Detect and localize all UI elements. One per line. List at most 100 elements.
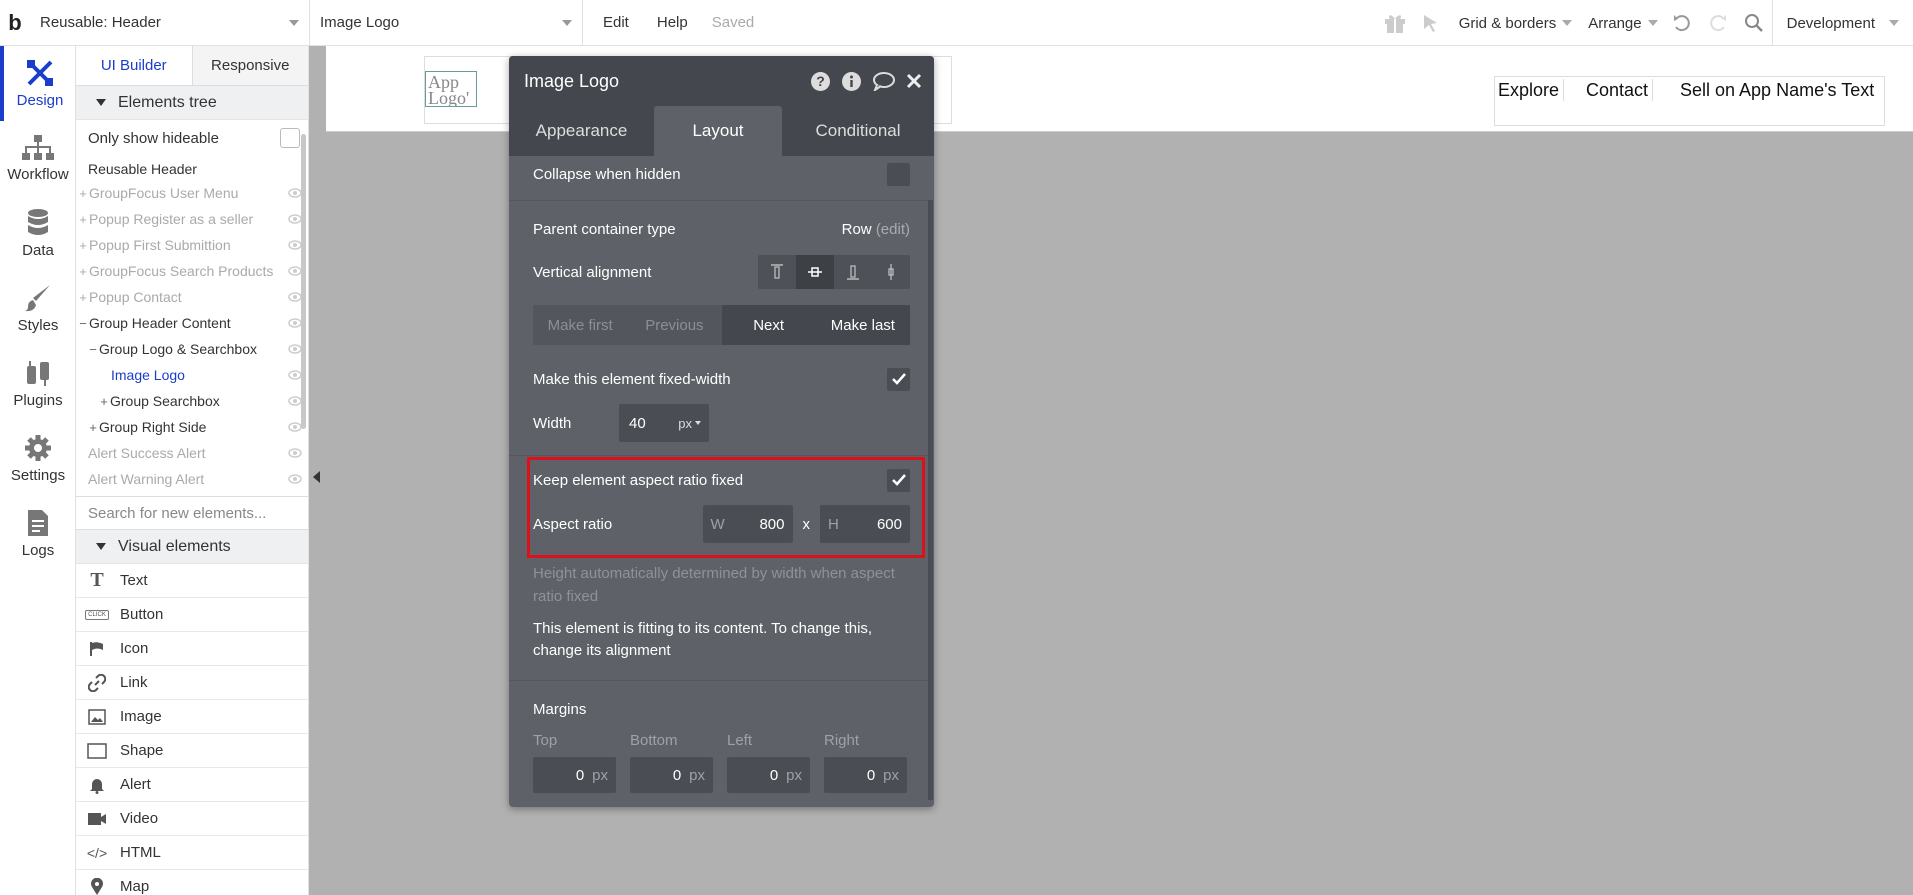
visual-elements-header[interactable]: Visual elements xyxy=(76,530,308,564)
next-button[interactable]: Next xyxy=(721,305,816,345)
environment-select[interactable]: Development xyxy=(1771,0,1913,46)
undo-icon[interactable] xyxy=(1664,0,1700,46)
page-select[interactable]: Reusable: Header xyxy=(30,0,310,46)
tab-responsive[interactable]: Responsive xyxy=(192,46,308,85)
visual-item-alert[interactable]: Alert xyxy=(76,768,308,802)
tree-item-popup-first-submittion[interactable]: + Popup First Submittion xyxy=(76,232,308,258)
tree-item-group-logo-searchbox[interactable]: − Group Logo & Searchbox xyxy=(76,336,308,362)
rail-settings[interactable]: Settings xyxy=(0,421,76,496)
rail-plugins[interactable]: Plugins xyxy=(0,346,76,421)
align-center-icon[interactable] xyxy=(796,255,834,289)
property-editor-header[interactable]: Image Logo ? xyxy=(509,56,934,106)
visual-item-shape[interactable]: Shape xyxy=(76,734,308,768)
collapse-when-hidden-checkbox[interactable] xyxy=(887,162,910,186)
sidebar-scrollbar[interactable] xyxy=(301,134,306,429)
align-top-icon[interactable] xyxy=(758,255,796,289)
collapse-minus-icon[interactable]: − xyxy=(78,316,88,331)
collapse-sidebar-icon[interactable] xyxy=(309,468,325,486)
tab-ui-builder[interactable]: UI Builder xyxy=(76,46,193,85)
previous-button[interactable]: Previous xyxy=(627,305,721,345)
image-logo-preview[interactable]: App Logo' xyxy=(425,71,477,107)
width-input[interactable]: 40 px xyxy=(619,404,709,442)
visual-item-icon[interactable]: Icon xyxy=(76,632,308,666)
visual-item-video[interactable]: Video xyxy=(76,802,308,836)
margin-right-input[interactable]: 0 px xyxy=(824,757,907,793)
elements-tree-header[interactable]: Elements tree xyxy=(76,86,308,120)
nav-explore[interactable]: Explore xyxy=(1494,79,1565,101)
tree-item-group-header-content[interactable]: − Group Header Content xyxy=(76,310,308,336)
eye-icon[interactable] xyxy=(288,318,302,328)
visual-item-link[interactable]: Link xyxy=(76,666,308,700)
rail-workflow[interactable]: Workflow xyxy=(0,121,76,196)
tree-item-popup-register[interactable]: + Popup Register as a seller xyxy=(76,206,308,232)
element-select[interactable]: Image Logo xyxy=(310,0,583,46)
tree-item-alert-warning[interactable]: Alert Warning Alert xyxy=(76,466,308,492)
close-icon[interactable] xyxy=(906,73,922,89)
rail-styles[interactable]: Styles xyxy=(0,271,76,346)
eye-icon[interactable] xyxy=(288,344,302,354)
expand-plus-icon[interactable]: + xyxy=(78,238,88,253)
bubble-logo[interactable]: b xyxy=(0,0,30,46)
expand-plus-icon[interactable]: + xyxy=(78,186,88,201)
expand-plus-icon[interactable]: + xyxy=(78,290,88,305)
make-first-button[interactable]: Make first xyxy=(533,305,627,345)
make-last-button[interactable]: Make last xyxy=(815,305,910,345)
search-icon[interactable] xyxy=(1736,0,1772,46)
nav-sell[interactable]: Sell on App Name's Text xyxy=(1676,79,1878,101)
gift-icon[interactable] xyxy=(1377,0,1413,46)
eye-icon[interactable] xyxy=(288,214,302,224)
margin-bottom-input[interactable]: 0 px xyxy=(630,757,713,793)
help-menu[interactable]: Help xyxy=(643,14,702,31)
margin-left-input[interactable]: 0 px xyxy=(727,757,810,793)
property-editor-scrollbar[interactable] xyxy=(928,200,933,800)
only-show-hideable-checkbox[interactable] xyxy=(280,128,300,148)
parent-edit-link[interactable]: (edit) xyxy=(876,221,910,238)
visual-item-button[interactable]: CLICK Button xyxy=(76,598,308,632)
edit-menu[interactable]: Edit xyxy=(583,14,643,31)
tree-item-group-searchbox[interactable]: + Group Searchbox xyxy=(76,388,308,414)
tree-item-group-right-side[interactable]: + Group Right Side xyxy=(76,414,308,440)
align-stretch-icon[interactable] xyxy=(872,255,910,289)
visual-item-map[interactable]: Map xyxy=(76,870,308,895)
tree-item-reusable-header[interactable]: Reusable Header xyxy=(76,158,308,180)
margin-top-input[interactable]: 0 px xyxy=(533,757,616,793)
visual-item-text[interactable]: T Text xyxy=(76,564,308,598)
rail-data[interactable]: Data xyxy=(0,196,76,271)
redo-icon[interactable] xyxy=(1700,0,1736,46)
visual-item-html[interactable]: </> HTML xyxy=(76,836,308,870)
help-icon[interactable]: ? xyxy=(810,71,831,92)
info-icon[interactable] xyxy=(841,71,862,92)
tab-layout[interactable]: Layout xyxy=(654,106,782,156)
comment-icon[interactable] xyxy=(872,71,896,91)
tree-item-popup-contact[interactable]: + Popup Contact xyxy=(76,284,308,310)
nav-contact[interactable]: Contact xyxy=(1582,79,1654,101)
search-new-elements-input[interactable]: Search for new elements... xyxy=(76,496,308,530)
eye-icon[interactable] xyxy=(288,396,302,406)
eye-icon[interactable] xyxy=(288,188,302,198)
eye-icon[interactable] xyxy=(288,474,302,484)
tree-item-image-logo[interactable]: Image Logo xyxy=(76,362,308,388)
tree-item-groupfocus-search-products[interactable]: + GroupFocus Search Products xyxy=(76,258,308,284)
eye-icon[interactable] xyxy=(288,422,302,432)
grid-borders-menu[interactable]: Grid & borders xyxy=(1449,15,1579,32)
tree-item-groupfocus-user-menu[interactable]: + GroupFocus User Menu xyxy=(76,180,308,206)
rail-logs[interactable]: Logs xyxy=(0,496,76,571)
fixed-width-checkbox[interactable] xyxy=(887,367,910,391)
eye-icon[interactable] xyxy=(288,448,302,458)
eye-icon[interactable] xyxy=(288,370,302,380)
width-unit-select[interactable]: px xyxy=(678,416,701,431)
eye-icon[interactable] xyxy=(288,266,302,276)
collapse-minus-icon[interactable]: − xyxy=(88,342,98,357)
tree-item-alert-success[interactable]: Alert Success Alert xyxy=(76,440,308,466)
expand-plus-icon[interactable]: + xyxy=(88,420,98,435)
expand-plus-icon[interactable]: + xyxy=(78,264,88,279)
tab-conditional[interactable]: Conditional xyxy=(782,106,934,156)
rail-design[interactable]: Design xyxy=(0,46,76,121)
tab-appearance[interactable]: Appearance xyxy=(509,106,654,156)
arrange-menu[interactable]: Arrange xyxy=(1578,15,1663,32)
eye-icon[interactable] xyxy=(288,240,302,250)
expand-plus-icon[interactable]: + xyxy=(78,212,88,227)
align-bottom-icon[interactable] xyxy=(834,255,872,289)
cursor-icon[interactable] xyxy=(1413,0,1449,46)
eye-icon[interactable] xyxy=(288,292,302,302)
